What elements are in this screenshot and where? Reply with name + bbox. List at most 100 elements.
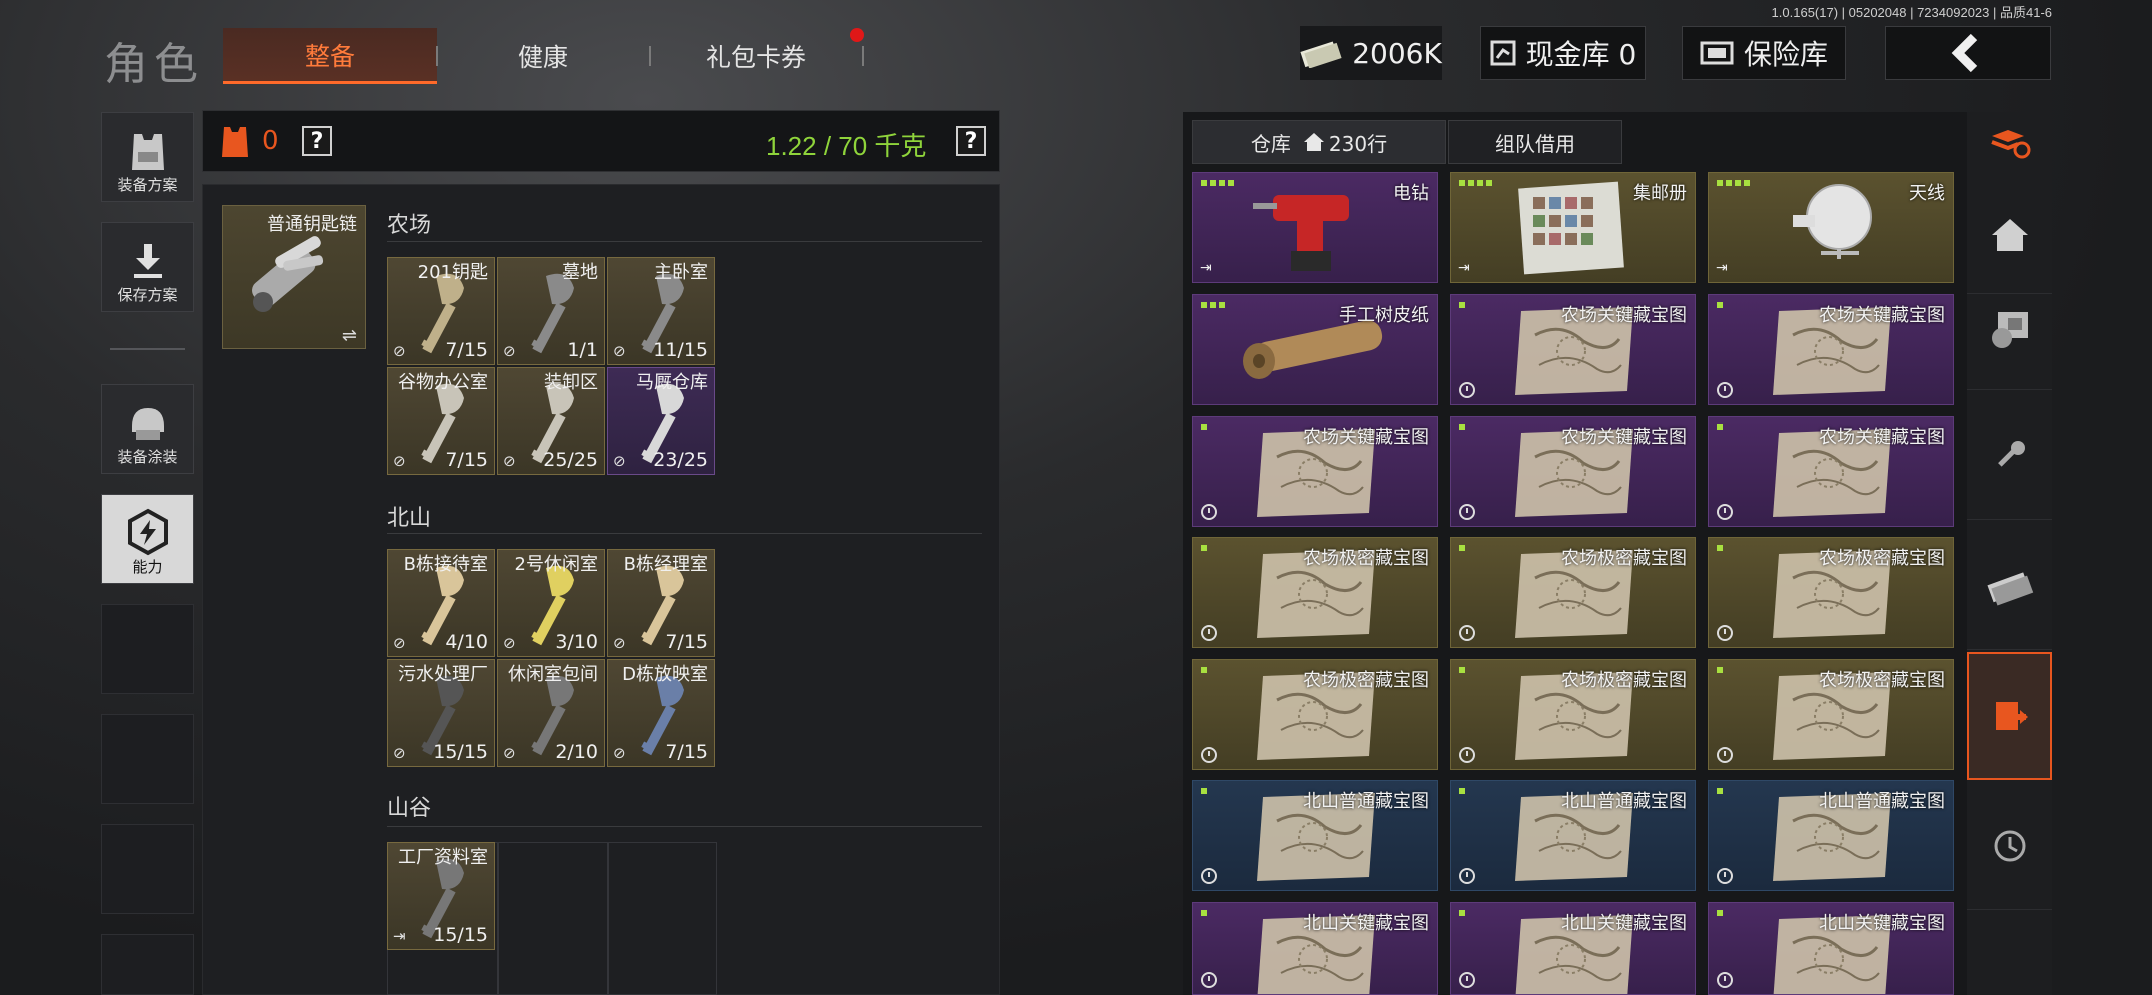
status-icon: ⊘ [503, 452, 516, 470]
warehouse-item[interactable]: 农场关键藏宝图 [1192, 416, 1438, 527]
warehouse-item[interactable]: 北山普通藏宝图 [1450, 780, 1696, 891]
tab-label: 仓库 [1250, 131, 1291, 156]
key-button[interactable] [1967, 392, 2052, 520]
status-icon: ⊘ [613, 634, 626, 652]
warehouse-item[interactable]: 手工树皮纸 [1192, 294, 1438, 405]
ability-bolt-icon [127, 508, 168, 556]
warehouse-item[interactable]: 农场关键藏宝图 [1450, 294, 1696, 405]
key-count: 25/25 [543, 449, 598, 471]
money-display: 2006K [1300, 26, 1442, 80]
warehouse-item[interactable]: 农场极密藏宝图 [1708, 659, 1954, 770]
key-item[interactable]: 工厂资料室 ⇥ 15/15 [387, 842, 495, 950]
key-item[interactable]: D栋放映室 ⊘ 7/15 [607, 659, 715, 767]
page-title: 角色 [104, 39, 204, 90]
warehouse-item[interactable]: 农场极密藏宝图 [1708, 537, 1954, 648]
tab-health[interactable]: 健康 [438, 28, 648, 84]
key-item[interactable]: 马厩仓库 ⊘ 23/25 [607, 367, 715, 475]
key-name: B栋接待室 [403, 554, 488, 575]
rarity-dots [1459, 667, 1465, 673]
key-item[interactable]: 休闲室包间 ⊘ 2/10 [497, 659, 605, 767]
safe-box-button[interactable]: 保险库 [1682, 26, 1846, 80]
section-divider [387, 826, 982, 827]
key-count: 23/25 [653, 449, 708, 471]
equipment-skin-button[interactable]: 装备涂装 [101, 384, 194, 474]
import-icon [1995, 702, 2028, 730]
warehouse-item[interactable]: 电钻 ⇥ [1192, 172, 1438, 283]
version-text: 1.0.165(17) | 05202048 | 7234092023 | 品质… [1771, 5, 2052, 20]
rarity-dots [1201, 180, 1234, 186]
warehouse-item[interactable]: 集邮册 ⇥ [1450, 172, 1696, 283]
warehouse-item[interactable]: 北山关键藏宝图 [1708, 902, 1954, 995]
back-arrow-icon [1951, 33, 1978, 73]
key-item[interactable]: 墓地 ⊘ 1/1 [497, 257, 605, 365]
key-name: 马厩仓库 [636, 372, 708, 393]
tab-gift-vouchers[interactable]: 礼包卡券 [651, 28, 861, 84]
rail-label: 保存方案 [117, 286, 178, 304]
coins-icon [1991, 311, 2028, 348]
key-name: 工厂资料室 [398, 847, 488, 868]
key-name: 墓地 [562, 262, 598, 283]
stack-refresh-button[interactable] [1967, 112, 2052, 174]
cash-vault-button[interactable]: 现金库 0 [1480, 26, 1646, 80]
back-button[interactable] [1885, 26, 2051, 80]
key-item[interactable]: 主卧室 ⊘ 11/15 [607, 257, 715, 365]
equipment-plan-button[interactable]: 装备方案 [101, 112, 194, 202]
ability-button[interactable]: 能力 [101, 494, 194, 584]
warehouse-item[interactable]: 天线 ⇥ [1708, 172, 1954, 283]
history-button[interactable] [1967, 782, 2052, 910]
key-count: 7/15 [445, 339, 488, 361]
timer-icon [1201, 868, 1217, 884]
armor-help-button[interactable]: ? [302, 126, 332, 156]
key-item[interactable]: B栋接待室 ⊘ 4/10 [387, 549, 495, 657]
key-name: 休闲室包间 [508, 664, 598, 685]
tab-label: 组队借用 [1495, 131, 1575, 156]
status-icon: ⊘ [393, 634, 406, 652]
key-item[interactable]: 污水处理厂 ⊘ 15/15 [387, 659, 495, 767]
armor-vest-icon [131, 134, 164, 170]
key-item[interactable]: B栋经理室 ⊘ 7/15 [607, 549, 715, 657]
warehouse-item[interactable]: 农场极密藏宝图 [1192, 537, 1438, 648]
key-item[interactable]: 2号休闲室 ⊘ 3/10 [497, 549, 605, 657]
import-button[interactable] [1967, 652, 2052, 780]
cash-icon [1300, 41, 1342, 68]
item-name: 农场极密藏宝图 [1303, 548, 1429, 569]
coins-button[interactable] [1967, 270, 2052, 390]
warehouse-item[interactable]: 农场关键藏宝图 [1708, 416, 1954, 527]
item-name: 天线 [1909, 183, 1945, 204]
status-icon: ⊘ [613, 452, 626, 470]
tab-equip[interactable]: 整备 [223, 28, 437, 84]
warehouse-item[interactable]: 农场关键藏宝图 [1450, 416, 1696, 527]
cash-vault-label: 现金库 0 [1525, 38, 1637, 71]
save-plan-button[interactable]: 保存方案 [101, 222, 194, 312]
key-item[interactable]: 201钥匙 ⊘ 7/15 [387, 257, 495, 365]
warehouse-item[interactable]: 北山普通藏宝图 [1708, 780, 1954, 891]
key-count: 15/15 [433, 924, 488, 946]
keychain-slot[interactable]: 普通钥匙链 ⇌ [222, 205, 366, 349]
empty-rail-slot [101, 824, 194, 914]
warehouse-item[interactable]: 农场极密藏宝图 [1192, 659, 1438, 770]
tab-warehouse[interactable]: 仓库 230行 [1192, 120, 1446, 164]
key-name: B栋经理室 [623, 554, 708, 575]
item-name: 手工树皮纸 [1339, 305, 1429, 326]
timer-icon [1459, 972, 1475, 988]
key-item[interactable]: 谷物办公室 ⊘ 7/15 [387, 367, 495, 475]
warehouse-item[interactable]: 北山普通藏宝图 [1192, 780, 1438, 891]
warehouse-item[interactable]: 北山关键藏宝图 [1192, 902, 1438, 995]
timer-icon [1459, 382, 1475, 398]
status-icon: ⊘ [503, 342, 516, 360]
key-count: 7/15 [665, 631, 708, 653]
grid-line [497, 842, 499, 995]
rarity-dots [1717, 302, 1723, 308]
weight-help-button[interactable]: ? [956, 126, 986, 156]
warehouse-item[interactable]: 农场极密藏宝图 [1450, 659, 1696, 770]
home-icon [1303, 133, 1324, 151]
warehouse-item[interactable]: 农场关键藏宝图 [1708, 294, 1954, 405]
key-count: 11/15 [653, 339, 708, 361]
key-item[interactable]: 装卸区 ⊘ 25/25 [497, 367, 605, 475]
tab-team-borrow[interactable]: 组队借用 [1448, 120, 1622, 164]
cash-button[interactable] [1967, 522, 2052, 650]
timer-icon [1459, 868, 1475, 884]
help-glyph: ? [964, 128, 978, 154]
warehouse-item[interactable]: 北山关键藏宝图 [1450, 902, 1696, 995]
warehouse-item[interactable]: 农场极密藏宝图 [1450, 537, 1696, 648]
